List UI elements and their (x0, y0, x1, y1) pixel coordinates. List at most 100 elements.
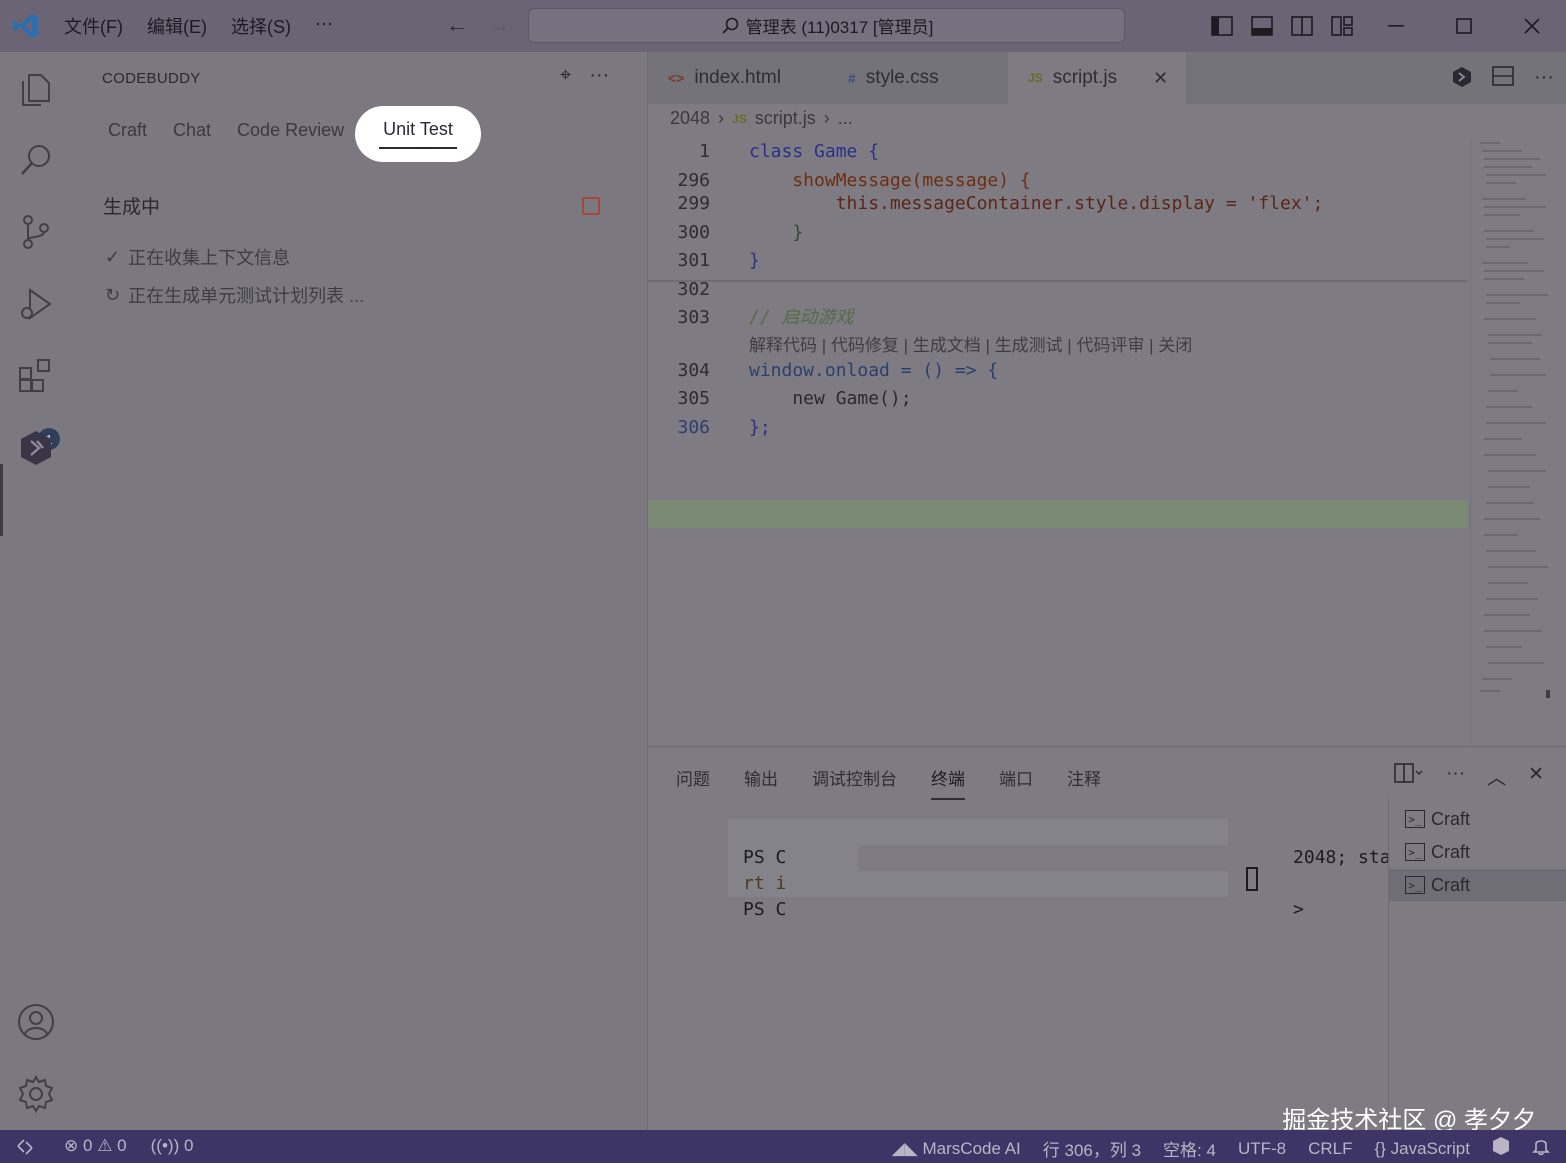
cursor-position[interactable]: 行 306，列 3 (1043, 1136, 1141, 1161)
customize-layout-icon[interactable] (1322, 0, 1362, 52)
remote-indicator-icon[interactable] (0, 1130, 50, 1163)
source-control-icon[interactable] (0, 196, 72, 268)
code-text: }; (749, 417, 771, 438)
terminal-name: Craft (1431, 841, 1471, 862)
minimap[interactable] (1478, 138, 1550, 698)
braces-icon: {} (1374, 1138, 1386, 1158)
toggle-secondary-sidebar-icon[interactable] (1282, 0, 1322, 52)
breadcrumb-folder[interactable]: 2048 (670, 108, 710, 129)
close-panel-icon[interactable]: ✕ (1528, 763, 1544, 790)
back-arrow-icon[interactable]: ← (446, 12, 468, 38)
tab-debug-console[interactable]: 调试控制台 (812, 765, 897, 800)
search-text: 管理表 (11)0317 [管理员] (745, 18, 934, 37)
terminal-text: > (1293, 899, 1304, 920)
search-icon (722, 17, 738, 34)
codebuddy-status-icon[interactable] (1492, 1136, 1510, 1161)
codebuddy-icon[interactable] (0, 412, 72, 484)
chevron-right-icon: › (718, 108, 725, 128)
terminal-icon: >_ (1405, 843, 1425, 861)
extensions-icon[interactable] (0, 340, 72, 412)
code-line-current: 306 }; (648, 414, 1468, 442)
editor-more-icon[interactable]: ··· (1534, 66, 1554, 94)
encoding[interactable]: UTF-8 (1238, 1139, 1286, 1159)
code-line: 305 new Game(); (648, 385, 1468, 413)
breadcrumb-file[interactable]: script.js (755, 108, 816, 129)
menu-more[interactable]: ··· (315, 13, 333, 39)
vscode-logo-icon[interactable] (12, 12, 40, 40)
status-bar: ⊗ 0 ⚠ 0 ((•)) 0 ◢◣ MarsCode AI 行 306，列 3… (0, 1130, 1566, 1163)
codelens-actions[interactable]: 解释代码 | 代码修复 | 生成文档 | 生成测试 | 代码评审 | 关闭 (749, 331, 1192, 356)
line-number: 306 (677, 417, 710, 438)
toggle-primary-sidebar-icon[interactable] (1202, 0, 1242, 52)
toggle-panel-icon[interactable] (1242, 0, 1282, 52)
codebuddy-action-icon[interactable] (1452, 66, 1472, 94)
new-session-icon[interactable]: ⌖ (560, 64, 571, 87)
menu-bar: 文件(F) 编辑(E) 选择(S) ··· (64, 13, 333, 39)
close-window-button[interactable] (1498, 0, 1566, 52)
warning-count: 0 (117, 1136, 127, 1155)
tab-code-review[interactable]: Code Review (237, 120, 344, 141)
terminal-name: Craft (1431, 874, 1471, 895)
tab-terminal[interactable]: 终端 (931, 765, 965, 800)
panel-more-icon[interactable]: ··· (1446, 763, 1465, 790)
terminal-instance[interactable]: >_ Craft (1389, 803, 1566, 835)
editor-area: <> index.html # style.css JS script.js ✕… (648, 52, 1566, 746)
marscode-status[interactable]: ◢◣ MarsCode AI (892, 1139, 1021, 1159)
maximize-panel-icon[interactable]: ︿ (1487, 763, 1506, 790)
stop-generation-button[interactable] (582, 197, 600, 215)
tab-comments[interactable]: 注释 (1067, 765, 1101, 800)
terminal-icon: >_ (1405, 810, 1425, 828)
problems-status[interactable]: ⊗ 0 ⚠ 0 (64, 1136, 127, 1156)
terminal-text: 2048; sta (1293, 847, 1391, 868)
menu-file[interactable]: 文件(F) (64, 13, 123, 39)
notifications-bell-icon[interactable] (1532, 1136, 1550, 1161)
search-activity-icon[interactable] (0, 124, 72, 196)
split-terminal-icon[interactable] (1394, 763, 1424, 790)
close-tab-icon[interactable]: ✕ (1153, 68, 1168, 89)
menu-select[interactable]: 选择(S) (231, 13, 291, 39)
line-number: 303 (677, 307, 710, 328)
tab-style-css[interactable]: # style.css (828, 52, 1006, 104)
tab-index-html[interactable]: <> index.html (648, 52, 826, 104)
code-line: 302 (648, 276, 1468, 304)
terminal-instance[interactable]: >_ Craft (1389, 836, 1566, 868)
run-debug-icon[interactable] (0, 268, 72, 340)
language-mode[interactable]: {} JavaScript (1375, 1139, 1470, 1159)
maximize-button[interactable] (1430, 0, 1498, 52)
active-tab-underline (379, 147, 457, 149)
tab-ports[interactable]: 端口 (999, 765, 1033, 800)
explorer-icon[interactable] (0, 52, 72, 124)
code-text: this.messageContainer.style.display = 'f… (749, 193, 1324, 214)
indentation[interactable]: 空格: 4 (1163, 1136, 1216, 1161)
tab-problems[interactable]: 问题 (676, 765, 710, 800)
tab-craft[interactable]: Craft (108, 120, 147, 141)
active-activity-indicator (0, 464, 3, 536)
more-actions-icon[interactable]: ··· (589, 64, 609, 87)
split-editor-icon[interactable] (1492, 66, 1514, 94)
settings-gear-icon[interactable] (0, 1058, 72, 1130)
ports-status[interactable]: ((•)) 0 (151, 1136, 194, 1156)
panel-actions: ⌖ ··· (560, 64, 609, 87)
tab-output[interactable]: 输出 (744, 765, 778, 800)
line-ending[interactable]: CRLF (1308, 1139, 1352, 1159)
error-count: 0 (82, 1136, 93, 1155)
tab-unit-test[interactable]: Unit Test (355, 106, 481, 162)
accounts-icon[interactable] (0, 986, 72, 1058)
terminal-list: >_ Craft >_ Craft >_ Craft (1388, 799, 1566, 1131)
terminal-line-end: 2048; sta (1228, 819, 1391, 868)
breadcrumb-symbol[interactable]: ... (838, 108, 853, 129)
navigation-arrows: ← → (446, 12, 510, 38)
command-center-search[interactable]: 管理表 (11)0317 [管理员] (528, 8, 1125, 43)
tab-script-js[interactable]: JS script.js ✕ (1008, 52, 1186, 104)
forward-arrow-icon[interactable]: → (488, 12, 510, 38)
code-line: 1 class Game { (648, 138, 1468, 166)
editor-tabs: <> index.html # style.css JS script.js ✕… (648, 52, 1566, 104)
tab-chat[interactable]: Chat (173, 120, 211, 141)
code-text: } (749, 250, 760, 271)
terminal-line: PS C (678, 819, 786, 868)
terminal-name: Craft (1431, 808, 1471, 829)
panel-actions: ··· ︿ ✕ (1394, 763, 1544, 790)
menu-edit[interactable]: 编辑(E) (147, 13, 207, 39)
minimize-button[interactable] (1362, 0, 1430, 52)
terminal-instance-selected[interactable]: >_ Craft (1389, 869, 1566, 901)
